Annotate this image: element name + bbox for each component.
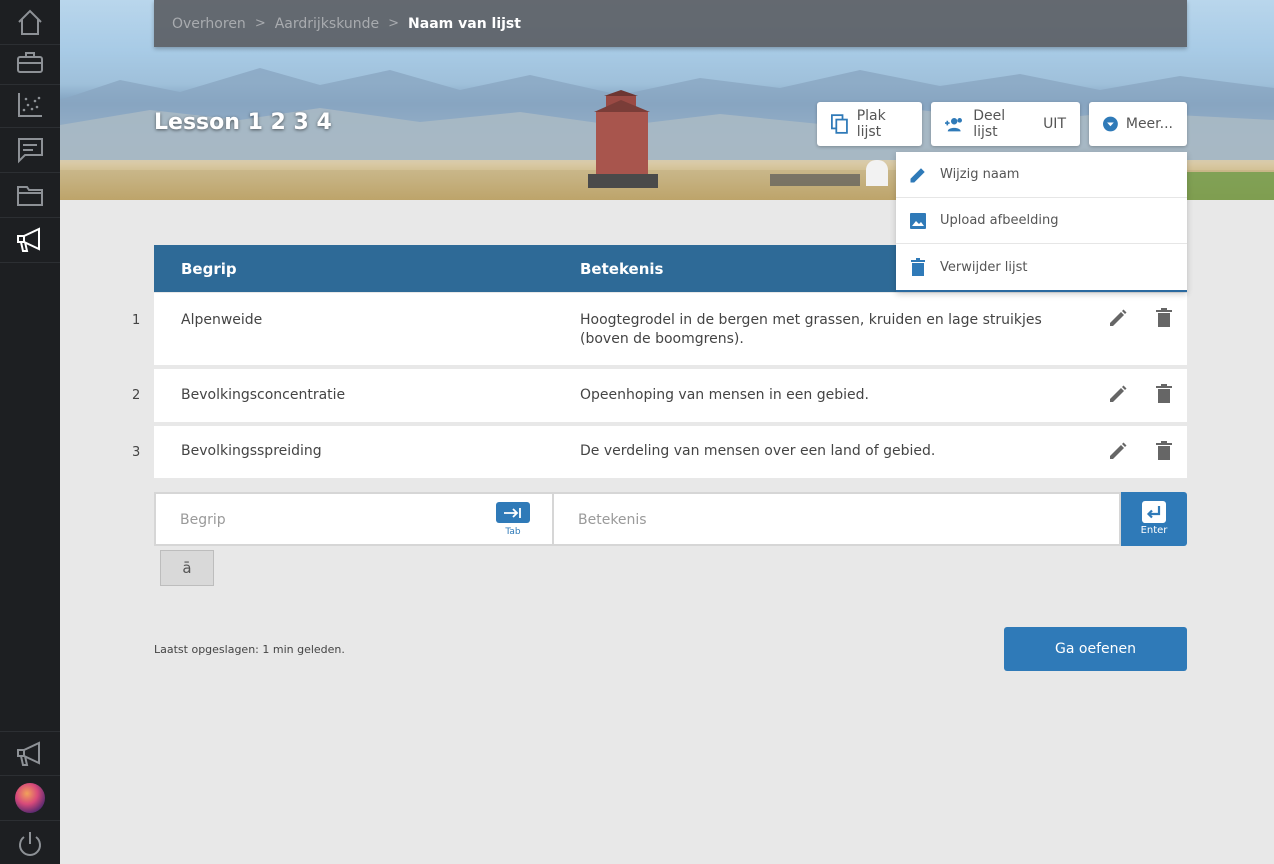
row-term: Bevolkingsconcentratie [181,387,346,403]
breadcrumb-current: Naam van lijst [408,15,521,32]
breadcrumb: Overhoren > Aardrijkskunde > Naam van li… [154,0,1187,47]
practice-button[interactable]: Ga oefenen [1004,627,1187,671]
enter-label: Enter [1140,525,1168,536]
menu-item-upload-image[interactable]: Upload afbeelding [896,198,1187,244]
trash-icon [1156,384,1172,403]
special-character-button[interactable]: ā [160,550,214,586]
pencil-icon [1110,309,1127,326]
menu-item-label: Verwijder lijst [940,259,1028,275]
definition-input-container [554,492,1121,546]
new-entry-row: Tab Enter [154,492,1187,546]
tab-key-icon [496,502,530,523]
megaphone-icon [17,227,40,252]
scatter-chart-icon [18,93,42,117]
delete-row-button[interactable] [1153,383,1175,405]
avatar [15,783,45,813]
sidebar [0,0,60,864]
briefcase-icon [17,52,43,73]
edit-row-button[interactable] [1107,440,1129,462]
pencil-icon [1110,442,1127,459]
sidebar-item-stats[interactable] [0,83,60,128]
enter-key-icon [1142,501,1166,523]
paste-list-button[interactable]: Plak lijst [817,102,922,146]
menu-item-label: Upload afbeelding [940,213,1059,228]
table-row: 1 Alpenweide Hoogtegrodel in de bergen m… [132,293,1187,365]
last-saved-status: Laatst opgeslagen: 1 min geleden. [154,643,345,656]
more-dropdown-menu: Wijzig naam Upload afbeelding Verwijder … [896,152,1187,292]
row-term: Alpenweide [181,312,263,328]
edit-row-button[interactable] [1107,383,1129,405]
home-icon [18,9,42,35]
tab-hint: Tab [496,502,530,537]
column-header-term: Begrip [181,260,237,278]
breadcrumb-item-subject[interactable]: Aardrijkskunde [275,16,379,32]
dropdown-circle-icon [1103,116,1118,132]
menu-item-delete-list[interactable]: Verwijder lijst [896,244,1187,290]
sidebar-item-logout[interactable] [0,821,60,864]
sidebar-item-messages[interactable] [0,128,60,173]
column-header-definition: Betekenis [580,260,664,278]
copy-icon [831,114,848,134]
more-label: Meer... [1125,116,1173,132]
page-title: Lesson 1 2 3 4 [154,110,332,135]
delete-row-button[interactable] [1153,440,1175,462]
pencil-icon [1110,385,1127,402]
megaphone-icon [17,740,40,766]
sidebar-item-briefcase[interactable] [0,40,60,85]
folder-icon [17,186,43,206]
delete-row-button[interactable] [1153,307,1175,329]
chevron-right-icon: > [388,16,400,31]
sidebar-item-home[interactable] [0,0,60,45]
row-definition: De verdeling van mensen over een land of… [580,443,936,459]
enter-button[interactable]: Enter [1121,492,1187,546]
term-input-container: Tab [154,492,554,546]
add-people-icon [945,118,962,132]
sidebar-item-news[interactable] [0,731,60,776]
power-icon [19,831,41,856]
row-number: 2 [132,388,141,403]
sidebar-item-folders[interactable] [0,173,60,218]
pencil-icon [910,167,925,182]
image-icon [910,212,926,229]
row-term: Bevolkingsspreiding [181,443,322,459]
menu-item-label: Wijzig naam [940,167,1020,182]
share-list-label: Deel lijst [973,108,1006,140]
tab-hint-label: Tab [505,527,521,537]
sidebar-item-profile[interactable] [0,776,60,821]
table-row: 3 Bevolkingsspreiding De verdeling van m… [132,426,1187,478]
edit-row-button[interactable] [1107,307,1129,329]
paste-list-label: Plak lijst [856,108,886,140]
trash-icon [911,258,925,276]
chat-icon [18,138,43,164]
sidebar-item-announcements[interactable] [0,218,60,263]
row-definition: Hoogtegrodel in de bergen met grassen, k… [580,312,1042,347]
more-button[interactable]: Meer... [1089,102,1187,146]
menu-item-rename[interactable]: Wijzig naam [896,152,1187,198]
grain-elevator-image [588,90,658,188]
trash-icon [1156,308,1172,327]
table-row: 2 Bevolkingsconcentratie Opeenhoping van… [132,369,1187,422]
chevron-right-icon: > [254,16,266,31]
row-number: 3 [132,445,141,460]
share-list-button[interactable]: Deel lijst UIT [931,102,1080,146]
definition-input[interactable] [578,510,1098,530]
row-definition: Opeenhoping van mensen in een gebied. [580,387,869,403]
trash-icon [1156,441,1172,460]
breadcrumb-item-overhoren[interactable]: Overhoren [172,16,246,32]
row-number: 1 [132,313,141,328]
share-status-label: UIT [1043,116,1066,132]
term-input[interactable] [180,510,480,530]
